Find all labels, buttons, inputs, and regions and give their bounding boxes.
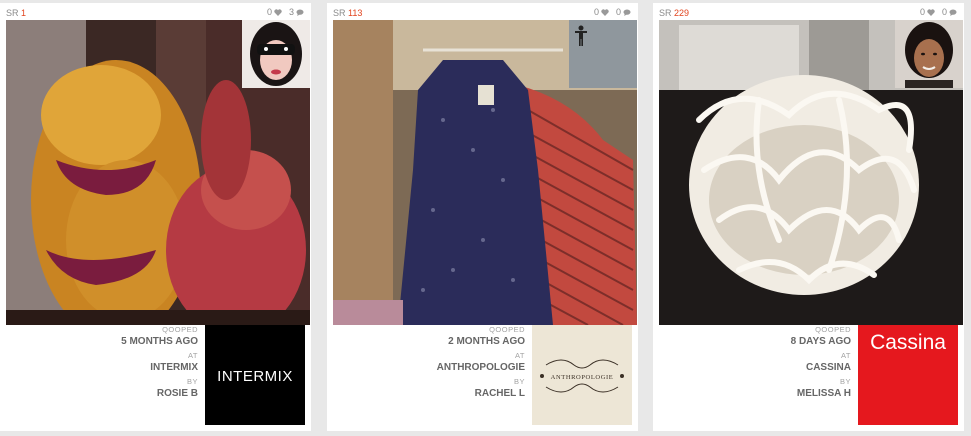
card-topbar: SR 113 0 0 bbox=[327, 3, 638, 20]
by-label: BY bbox=[839, 377, 851, 386]
card-topbar: SR 229 0 0 bbox=[653, 3, 964, 20]
qooped-time: 8 DAYS AGO bbox=[790, 336, 851, 347]
comments-count[interactable]: 0 bbox=[942, 7, 957, 17]
store-logo[interactable]: Cassina bbox=[858, 325, 958, 425]
product-card[interactable]: SR 113 0 0 QOOPED 2 MONTHS AGO AT ANTHRO… bbox=[327, 3, 638, 431]
store-name[interactable]: CASSINA bbox=[659, 361, 851, 374]
svg-text:Cassina: Cassina bbox=[870, 331, 946, 354]
comments-value: 0 bbox=[941, 7, 947, 17]
comment-bubble-icon bbox=[949, 8, 957, 16]
svg-text:ANTHROPOLOGIE: ANTHROPOLOGIE bbox=[551, 374, 614, 381]
comment-bubble-icon bbox=[623, 8, 631, 16]
likes-value: 0 bbox=[266, 7, 272, 17]
likes-count[interactable]: 0 bbox=[267, 7, 282, 17]
heart-icon bbox=[601, 8, 609, 16]
heart-icon bbox=[274, 8, 282, 16]
sr-rank: SR 1 bbox=[6, 8, 26, 18]
comments-value: 0 bbox=[615, 7, 621, 17]
qooped-label: QOOPED bbox=[489, 325, 525, 334]
card-stats: 0 0 bbox=[920, 7, 957, 17]
user-name[interactable]: ROSIE B bbox=[6, 387, 198, 400]
at-label: AT bbox=[187, 351, 198, 360]
sr-number: 229 bbox=[674, 8, 690, 18]
comments-count[interactable]: 3 bbox=[289, 7, 304, 17]
sr-number: 113 bbox=[348, 8, 363, 18]
sr-label: SR bbox=[333, 8, 346, 18]
sr-rank: SR 113 bbox=[333, 8, 362, 18]
sr-label: SR bbox=[6, 8, 19, 18]
store-name[interactable]: INTERMIX bbox=[6, 361, 198, 374]
qooped-label: QOOPED bbox=[162, 325, 198, 334]
card-topbar: SR 1 0 3 bbox=[0, 3, 311, 20]
comments-count[interactable]: 0 bbox=[616, 7, 631, 17]
likes-count[interactable]: 0 bbox=[920, 7, 935, 17]
sr-label: SR bbox=[659, 8, 672, 18]
sr-number: 1 bbox=[21, 8, 27, 18]
svg-text:INTERMIX: INTERMIX bbox=[217, 368, 293, 385]
user-avatar[interactable] bbox=[569, 20, 637, 88]
at-label: AT bbox=[840, 351, 851, 360]
card-meta: QOOPED 2 MONTHS AGO AT ANTHROPOLOGIE BY … bbox=[333, 325, 531, 425]
comment-bubble-icon bbox=[296, 8, 304, 16]
likes-value: 0 bbox=[593, 7, 599, 17]
store-logo[interactable]: INTERMIX bbox=[205, 325, 305, 425]
by-label: BY bbox=[186, 377, 198, 386]
card-stats: 0 3 bbox=[267, 7, 304, 17]
qooped-label: QOOPED bbox=[815, 325, 851, 334]
product-card[interactable]: SR 1 0 3 QOOPED 5 MONTHS AGO AT INTERMIX… bbox=[0, 3, 311, 431]
by-label: BY bbox=[513, 377, 525, 386]
product-card[interactable]: SR 229 0 0 QOOPED 8 DAYS AGO AT CASSINA … bbox=[653, 3, 964, 431]
card-meta: QOOPED 5 MONTHS AGO AT INTERMIX BY ROSIE… bbox=[6, 325, 204, 425]
card-stats: 0 0 bbox=[594, 7, 631, 17]
user-name[interactable]: RACHEL L bbox=[333, 387, 525, 400]
comments-value: 3 bbox=[288, 7, 294, 17]
user-name[interactable]: MELISSA H bbox=[659, 387, 851, 400]
user-avatar[interactable] bbox=[242, 20, 310, 88]
card-meta: QOOPED 8 DAYS AGO AT CASSINA BY MELISSA … bbox=[659, 325, 857, 425]
qooped-time: 2 MONTHS AGO bbox=[448, 336, 525, 347]
user-avatar[interactable] bbox=[895, 20, 963, 88]
heart-icon bbox=[927, 8, 935, 16]
qooped-time: 5 MONTHS AGO bbox=[121, 336, 198, 347]
likes-count[interactable]: 0 bbox=[594, 7, 609, 17]
likes-value: 0 bbox=[919, 7, 925, 17]
at-label: AT bbox=[514, 351, 525, 360]
store-name[interactable]: ANTHROPOLOGIE bbox=[333, 361, 525, 374]
sr-rank: SR 229 bbox=[659, 8, 689, 18]
store-logo[interactable]: ANTHROPOLOGIE bbox=[532, 325, 632, 425]
